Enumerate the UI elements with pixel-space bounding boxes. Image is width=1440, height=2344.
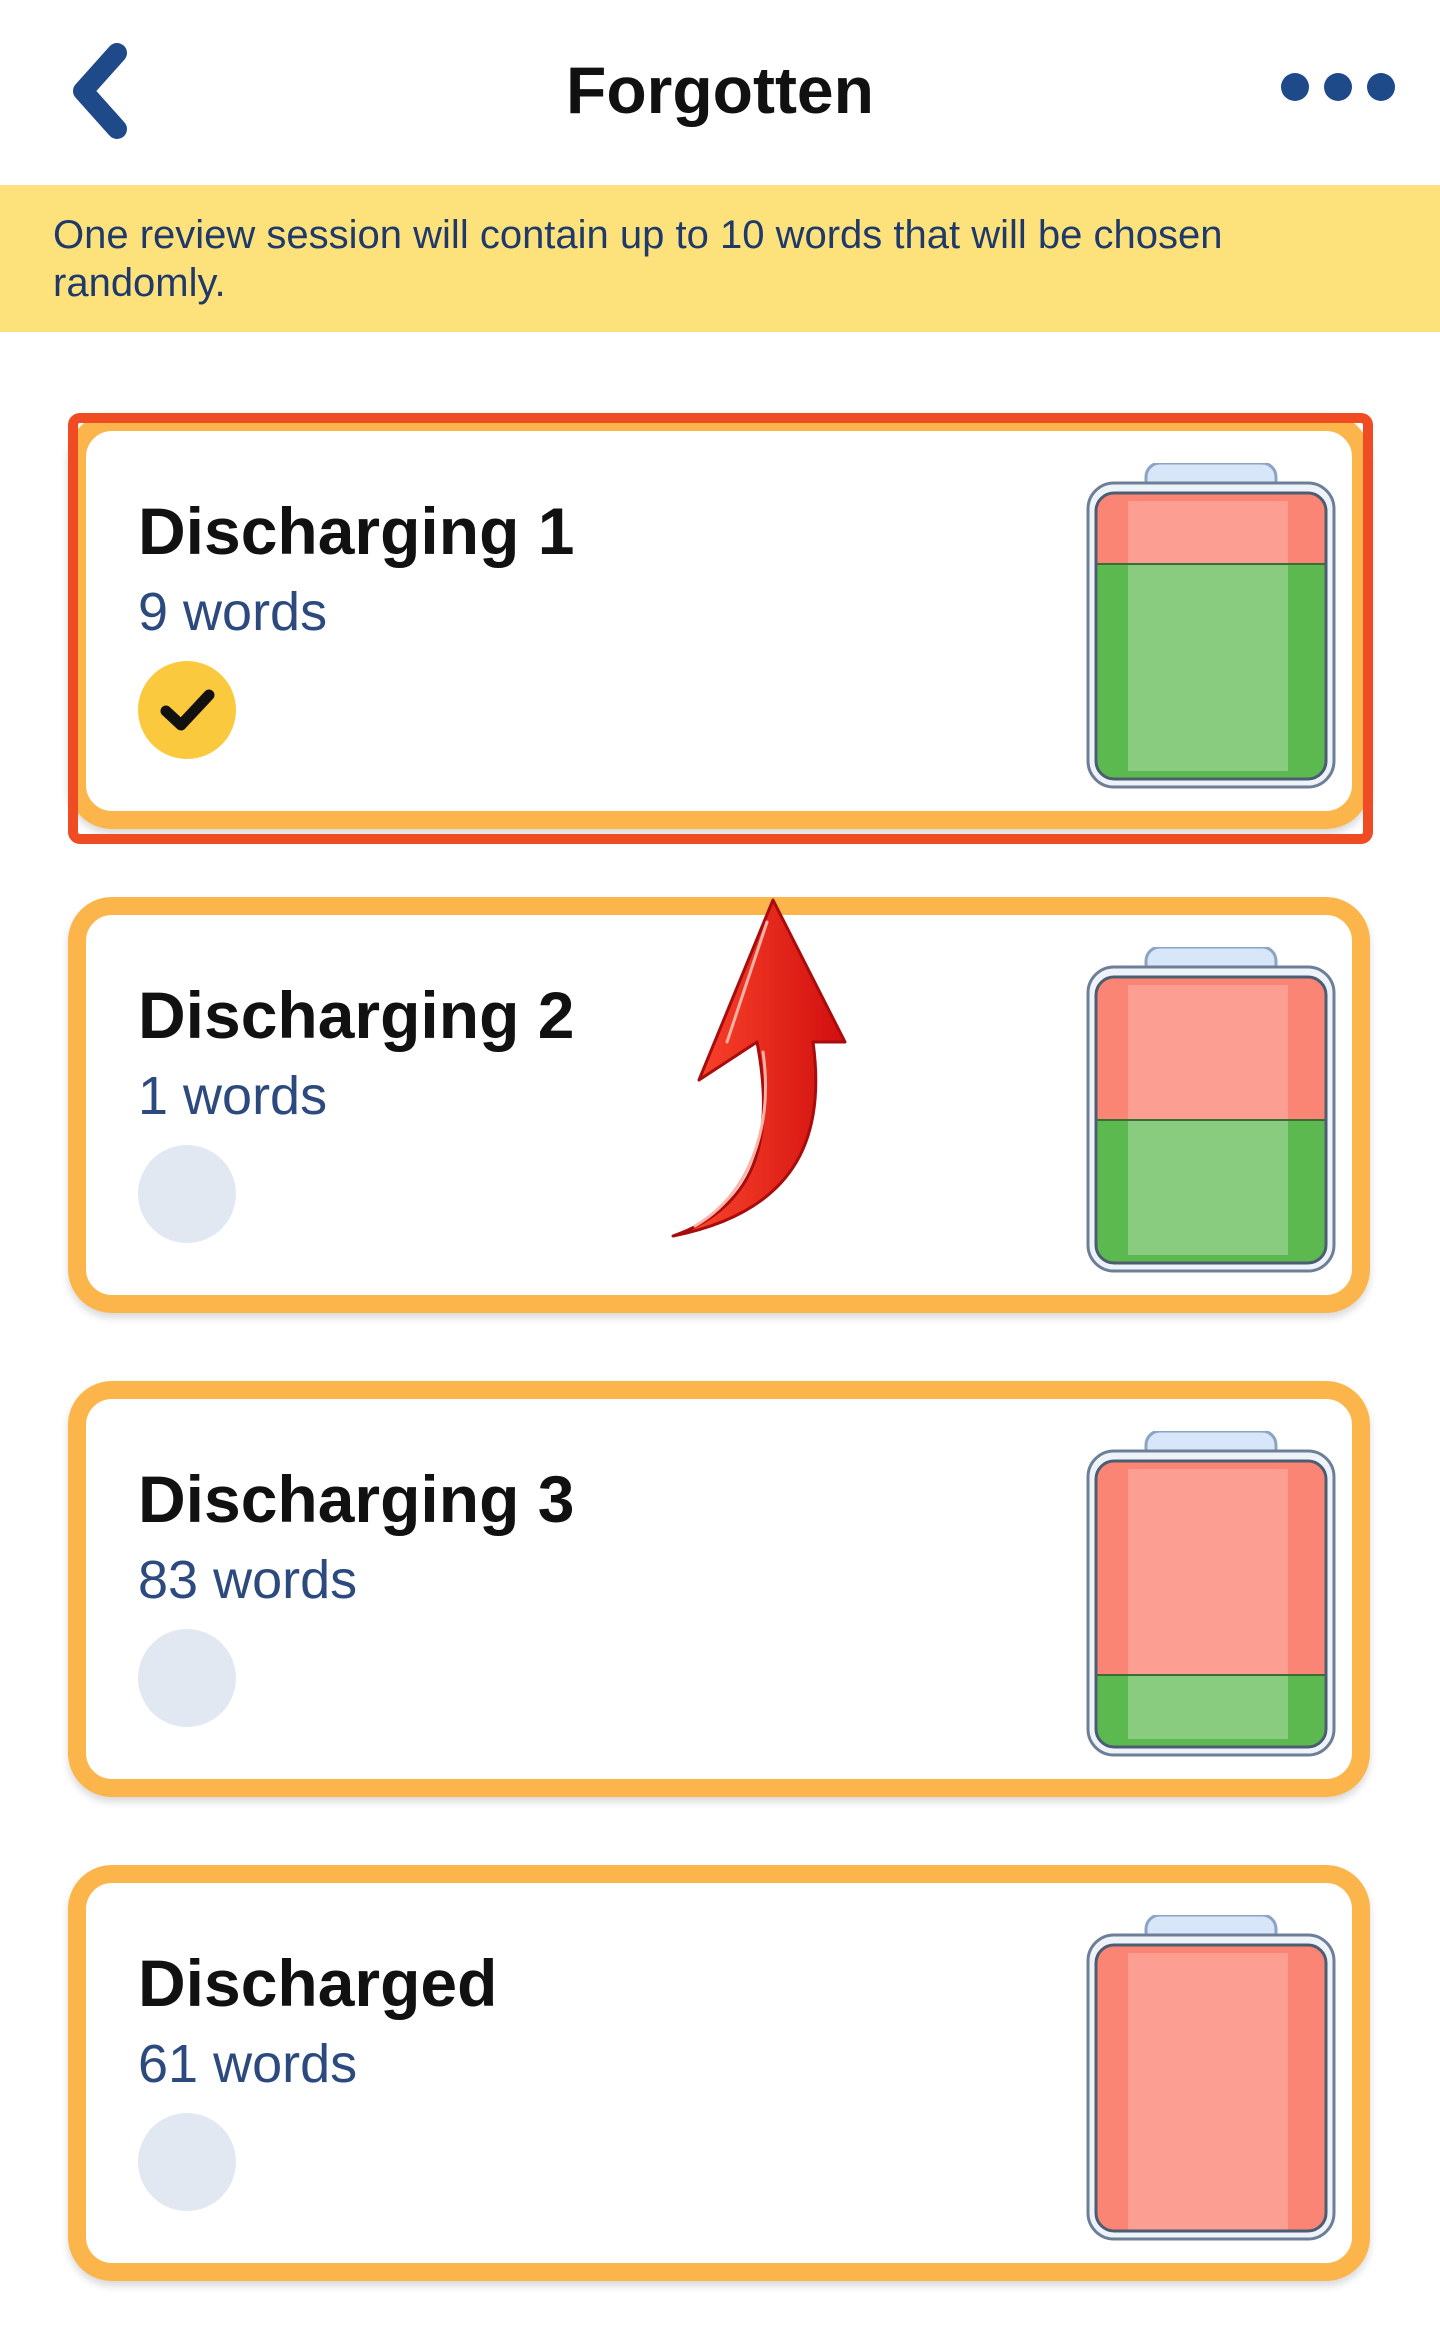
deck-word-count: 1 words (138, 1066, 328, 1126)
page-title: Forgotten (566, 53, 874, 127)
select-checkbox[interactable] (138, 661, 236, 759)
deck-title: Discharged (138, 1946, 498, 2020)
deck-card[interactable]: Discharging 3 83 words (68, 1381, 1370, 1797)
battery-indicator (1086, 461, 1336, 789)
info-banner: One review session will contain up to 10… (0, 185, 1440, 332)
deck-word-count: 9 words (138, 582, 328, 642)
deck-card[interactable]: Discharged 61 words (68, 1865, 1370, 2281)
battery-indicator (1086, 1429, 1336, 1757)
battery-icon (1086, 461, 1336, 789)
checkmark-icon (160, 689, 215, 731)
select-checkbox[interactable] (138, 1629, 236, 1727)
battery-icon (1086, 1913, 1336, 2241)
deck-card[interactable]: Discharging 1 9 words (68, 413, 1370, 829)
select-checkbox[interactable] (138, 1145, 236, 1243)
deck-card[interactable]: Discharging 2 1 words (68, 897, 1370, 1313)
battery-icon (1086, 1429, 1336, 1757)
battery-indicator (1086, 945, 1336, 1273)
app-header: Forgotten (0, 0, 1440, 185)
deck-title: Discharging 3 (138, 1462, 575, 1536)
more-horizontal-icon (1281, 73, 1395, 101)
battery-icon (1086, 945, 1336, 1273)
deck-word-count: 61 words (138, 2034, 358, 2094)
info-banner-text: One review session will contain up to 10… (53, 213, 1223, 305)
battery-indicator (1086, 1913, 1336, 2241)
deck-title: Discharging 1 (138, 494, 575, 568)
deck-title: Discharging 2 (138, 978, 575, 1052)
select-checkbox[interactable] (138, 2113, 236, 2211)
deck-word-count: 83 words (138, 1550, 358, 1610)
more-options-button[interactable] (1275, 55, 1395, 125)
